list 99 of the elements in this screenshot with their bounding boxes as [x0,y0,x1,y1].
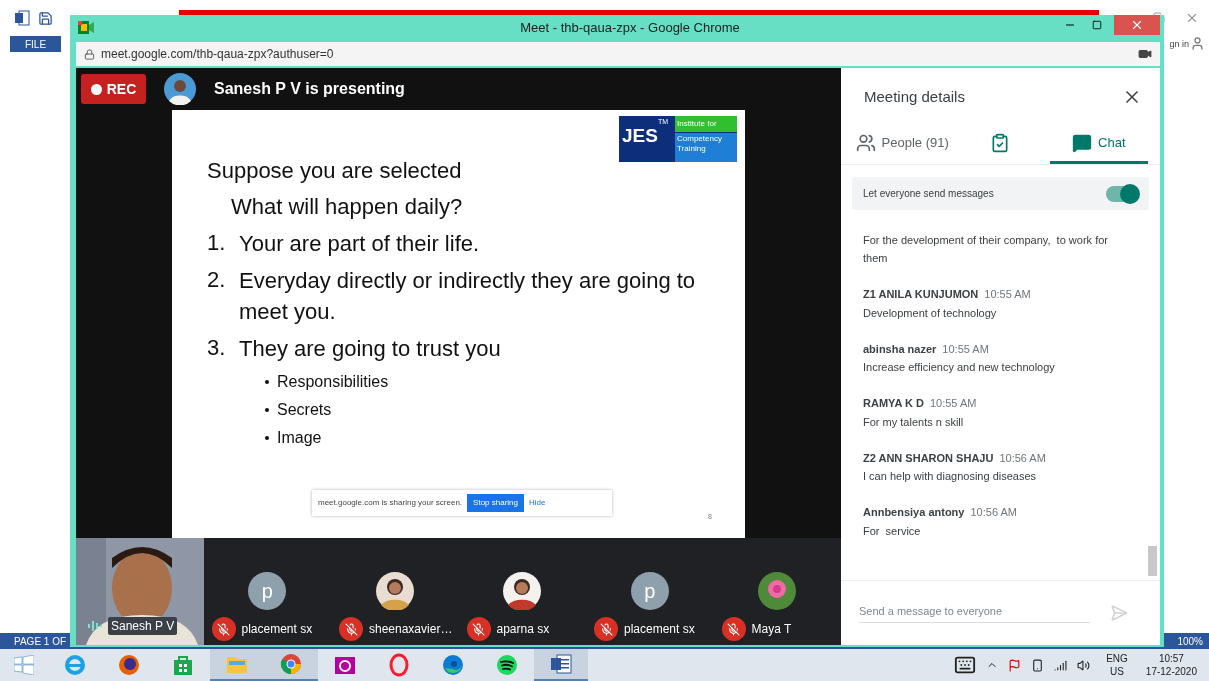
maximize-icon[interactable] [1092,20,1102,30]
message-text: Increase efficiency and new technology [863,360,1056,375]
message-time: 10:55 AM [929,396,977,411]
meet-favicon-icon [78,21,94,34]
scrollbar-thumb[interactable] [1148,546,1157,576]
presenter-label: Sanesh P V is presenting [214,79,405,99]
document-app-icon[interactable] [14,10,30,26]
chrome-icon[interactable] [279,652,303,676]
participant-name: Maya T [751,621,792,638]
panel-title: Meeting details [864,86,965,107]
message-author: Z1 ANILA KUNJUMON [863,287,979,302]
participant-name: sheenaxavier… [369,621,453,638]
message-author: Z2 ANN SHARON SHAJU [863,450,994,466]
device-icon[interactable] [1031,658,1045,672]
clipboard-check-icon [990,133,1011,153]
toggle-label: Let everyone send messages [863,187,994,201]
message-time: 10:56 AM [970,505,1017,520]
region[interactable]: US [1110,665,1124,678]
list-item-text: Everyday directly or indirectly they are going to meet you. [239,267,697,326]
logo-text: JES [622,126,658,145]
message-text: For my talents n skill [863,414,965,430]
avatar: p [248,572,287,610]
logo-tagline: Institute for [675,116,737,132]
page-count: PAGE 1 OF [14,634,67,649]
camera-icon[interactable] [1138,47,1152,61]
panel-tab[interactable]: Chat [1049,125,1148,164]
avatar: p [630,572,669,610]
volume-icon[interactable] [1077,658,1091,672]
document-app-icon[interactable] [549,652,573,676]
fox-browser-icon[interactable] [117,653,141,677]
account-icon[interactable] [1190,36,1205,51]
language[interactable]: ENG [1106,652,1128,665]
avatar-icon [503,572,542,610]
panel-tab[interactable]: People (91) [853,125,952,164]
avatar-icon [164,73,196,105]
list-item-text: Your are part of their life. [239,230,481,258]
recording-badge: REC [81,74,146,104]
message-author: Annbensiya antony [863,505,965,520]
participant-tile[interactable]: sheenaxavier… [331,538,459,645]
slide-title: Suppose you are selected [207,157,463,185]
taskbar-button[interactable] [534,649,588,681]
message-time: 10:56 AM [999,450,1046,466]
browser-icon[interactable] [63,653,87,677]
participant-tile[interactable]: Maya T [713,538,841,645]
toggle-switch[interactable] [1106,185,1138,202]
bullet-icon [265,408,269,412]
music-icon[interactable] [495,653,519,677]
people-icon [855,133,876,153]
url-text: meet.google.com/thb-qaua-zpx?authuser=0 [101,46,334,63]
message-input[interactable]: Send a message to everyone [859,602,1090,624]
ring-icon[interactable] [387,653,411,677]
hide-link[interactable]: Hide [529,497,546,509]
participant-name: placement sx [624,621,695,638]
message-author: abinsha nazer [863,341,937,357]
list-item-text: They are going to trust you [239,335,502,363]
share-notice-text: meet.google.com is sharing your screen. [318,497,463,509]
signal-icon[interactable] [1054,658,1068,672]
shopping-bag-icon[interactable] [171,653,195,677]
audio-level-icon [88,620,102,632]
message-author: RAMYA K D [863,396,924,411]
stop-sharing-button[interactable]: Stop sharing [467,494,524,512]
slide-subtitle: What will happen daily? [231,193,464,221]
list-number: 3. [207,334,227,362]
participant-tile[interactable]: aparna sx [458,538,586,645]
bullet-text: Image [277,428,322,448]
participant-name: Sanesh P V [108,617,178,635]
participant-name: aparna sx [496,621,550,638]
address-bar[interactable]: meet.google.com/thb-qaua-zpx?authuser=0 [76,42,1160,66]
clock-time[interactable]: 10:57 [1158,652,1184,665]
participant-tile[interactable]: p placement sx [586,538,714,645]
file-tab[interactable]: FILE [10,36,61,52]
zoom-level: 100% [1177,634,1203,649]
wave-browser-icon[interactable] [441,653,465,677]
keyboard-icon[interactable] [954,654,977,676]
message-text: Development of technology [863,305,998,321]
bullet-icon [265,436,269,440]
window-title: Meet - thb-qaua-zpx - Google Chrome [520,18,740,37]
bullet-text: Secrets [277,400,332,420]
logo-tagline: Competency Training [675,133,737,162]
message-text: I can help with diagnosing diseases [863,469,1038,484]
close-icon [1130,18,1144,32]
chat-icon [1072,133,1093,153]
avatar-icon [375,572,414,610]
sign-in-link[interactable]: gn in [1169,38,1189,52]
message-text: For service [863,523,922,539]
flag-icon[interactable] [1008,658,1022,672]
lock-icon [84,48,95,60]
flower-icon [758,572,797,610]
message-text: For the development of their company, to work for them [863,233,1109,266]
clock-date[interactable]: 17-12-2020 [1145,665,1197,678]
message-time: 10:55 AM [984,287,1031,302]
participant-tile[interactable]: p placement sx [203,538,331,645]
bullet-icon [265,380,269,384]
list-number: 1. [207,229,227,257]
participant-name: placement sx [241,621,313,638]
message-time: 10:55 AM [942,341,989,357]
bullet-text: Responsibilities [277,372,389,392]
list-number: 2. [207,266,227,294]
save-icon[interactable] [38,10,53,26]
